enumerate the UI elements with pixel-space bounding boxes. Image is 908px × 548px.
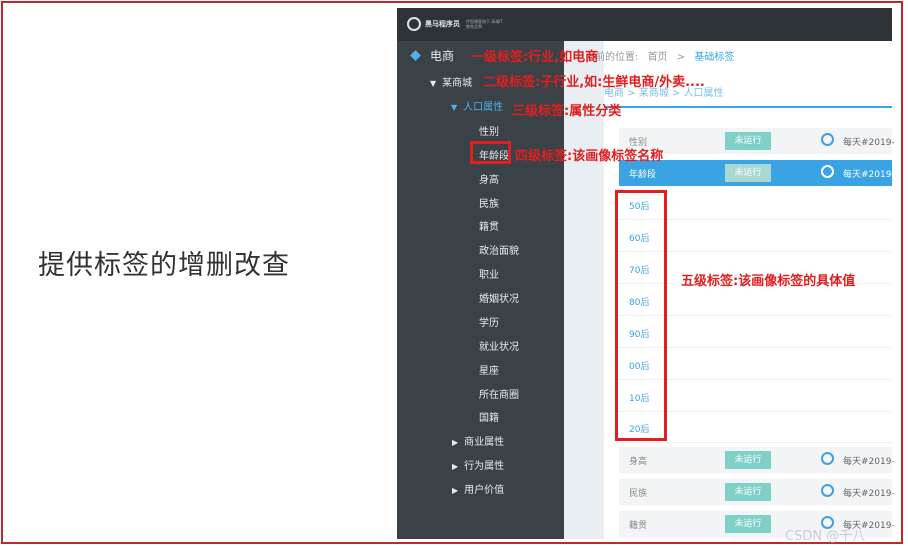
status-badge[interactable]: 未运行	[725, 164, 771, 182]
breadcrumb-current[interactable]: 基础标签	[694, 52, 734, 63]
row-name: 身高	[629, 457, 648, 467]
status-badge[interactable]: 未运行	[725, 451, 771, 469]
row-name: 民族	[629, 489, 648, 499]
sidebar-item-education[interactable]: 学历	[479, 314, 499, 329]
breadcrumb-sep: >	[676, 52, 686, 63]
caret-right-icon: ▶	[452, 462, 459, 471]
caret-right-icon: ▶	[452, 486, 459, 495]
sidebar-item-business[interactable]: ▶ 商业属性	[452, 433, 504, 448]
status-badge[interactable]: 未运行	[725, 483, 771, 501]
sidebar-label-level2: 某商城	[442, 78, 473, 89]
cube-icon	[410, 50, 421, 61]
sidebar-item-marital[interactable]: 婚姻状况	[479, 290, 519, 305]
row-schedule: 每天#2019-	[843, 489, 895, 499]
logo[interactable]: 黑马程序员 传智播客旗下 高端IT教育品牌	[407, 17, 506, 31]
sidebar-label-business: 商业属性	[464, 437, 505, 448]
caret-right-icon: ▶	[452, 438, 459, 447]
sidebar-item-level2[interactable]: ▼ 某商城	[430, 74, 472, 89]
refresh-icon[interactable]	[821, 452, 834, 465]
sidebar-item-height[interactable]: 身高	[479, 171, 499, 186]
annotation-level1: 一级标签:行业,如电商	[471, 50, 599, 65]
level4-highlight-box	[470, 141, 511, 164]
sidebar-item-ethnicity[interactable]: 民族	[479, 195, 499, 210]
sidebar-item-level3[interactable]: ▼ 人口属性	[451, 98, 503, 113]
sidebar-item-nationality[interactable]: 国籍	[479, 409, 499, 424]
caret-down-icon: ▼	[451, 103, 458, 112]
tag-row-ethnicity[interactable]: 民族 未运行 每天#2019-	[619, 479, 895, 505]
sidebar-label-level3: 人口属性	[463, 102, 504, 113]
sidebar-item-occupation[interactable]: 职业	[479, 266, 499, 281]
sidebar-item-politics[interactable]: 政治面貌	[479, 242, 519, 257]
status-badge[interactable]: 未运行	[725, 515, 771, 533]
sidebar-item-gender[interactable]: 性别	[479, 123, 499, 138]
tag-row-height[interactable]: 身高 未运行 每天#2019-	[619, 447, 895, 473]
refresh-icon[interactable]	[821, 484, 834, 497]
caption-text: 提供标签的增删改查	[38, 250, 290, 281]
breadcrumb-home[interactable]: 首页	[648, 52, 668, 63]
top-bar: 黑马程序员 传智播客旗下 高端IT教育品牌	[397, 8, 892, 41]
breadcrumb: 当前的位置: 首页 > 基础标签	[585, 48, 734, 63]
annotation-level5: 五级标签:该画像标签的具体值	[681, 274, 856, 289]
logo-icon	[407, 17, 421, 31]
sidebar-item-behavior[interactable]: ▶ 行为属性	[452, 457, 504, 472]
sidebar-item-employment[interactable]: 就业状况	[479, 338, 519, 353]
sidebar-label-level1: 电商	[430, 49, 455, 63]
row-schedule: 每天#2019-	[843, 457, 895, 467]
row-name: 籍贯	[629, 521, 648, 531]
row-name: 年龄段	[629, 170, 657, 180]
path-underline	[604, 106, 892, 108]
logo-subtitle: 传智播客旗下 高端IT教育品牌	[466, 19, 503, 29]
sidebar-item-business-district[interactable]: 所在商圈	[479, 386, 519, 401]
annotation-level3: 三级标签:属性分类	[512, 104, 622, 119]
level5-highlight-box	[615, 190, 667, 441]
sidebar-label-user-value: 用户价值	[464, 485, 505, 496]
watermark: CSDN @千八	[785, 529, 866, 544]
caret-down-icon: ▼	[430, 79, 437, 88]
annotation-level2: 二级标签:子行业,如:生鲜电商/外卖....	[483, 75, 705, 90]
sidebar-item-zodiac[interactable]: 星座	[479, 362, 499, 377]
sidebar-item-user-value[interactable]: ▶ 用户价值	[452, 481, 504, 496]
logo-text: 黑马程序员	[425, 20, 460, 28]
sidebar-label-behavior: 行为属性	[464, 461, 505, 472]
annotation-level4: 四级标签:该画像标签名称	[515, 149, 664, 164]
sidebar-item-origin[interactable]: 籍贯	[479, 218, 499, 233]
sidebar-item-level1[interactable]: 电商	[410, 47, 455, 64]
refresh-icon[interactable]	[821, 165, 834, 178]
status-badge[interactable]: 未运行	[725, 132, 771, 150]
row-schedule: 每天#2019-	[843, 170, 895, 180]
row-schedule: 每天#2019-	[843, 138, 895, 148]
refresh-icon[interactable]	[821, 133, 834, 146]
